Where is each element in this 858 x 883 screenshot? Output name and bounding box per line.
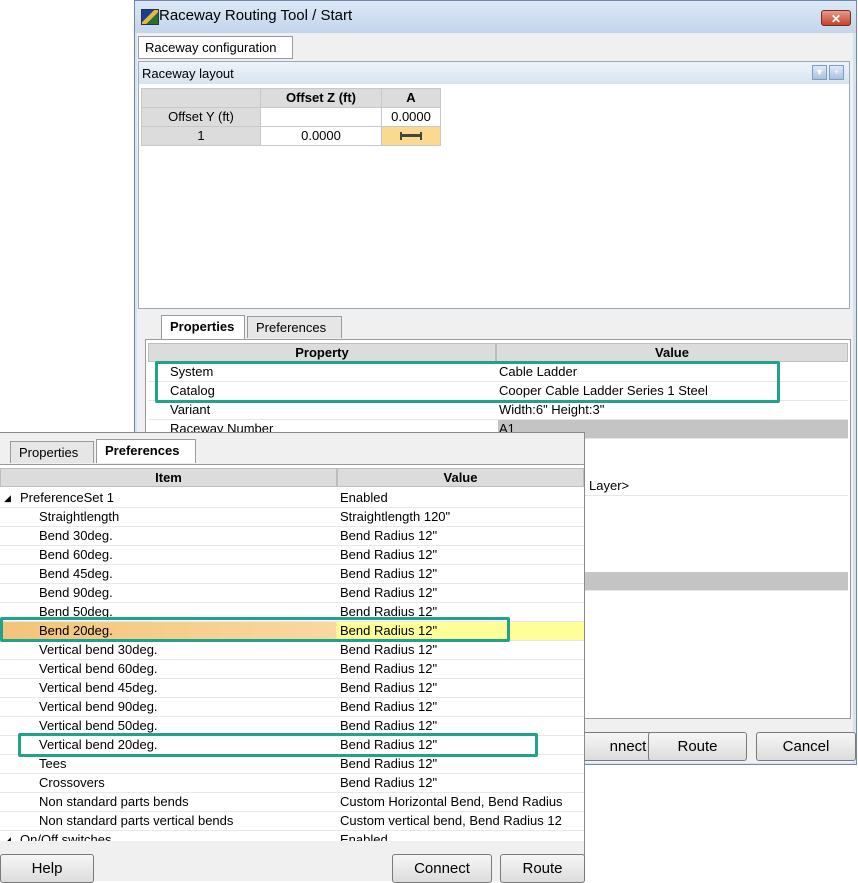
preference-row[interactable]: Vertical bend 60deg. Bend Radius 12" bbox=[0, 660, 584, 679]
preference-group-row[interactable]: ◢ PreferenceSet 1 Enabled bbox=[0, 489, 584, 508]
raceway-layout-title: Raceway layout bbox=[142, 66, 234, 81]
preference-row[interactable]: Vertical bend 90deg. Bend Radius 12" bbox=[0, 698, 584, 717]
window-title: Raceway Routing Tool / Start bbox=[159, 7, 353, 24]
connect-button[interactable]: Connect bbox=[392, 854, 492, 883]
property-value: Width:6" Height:3" bbox=[499, 402, 605, 417]
tab-raceway-configuration[interactable]: Raceway configuration bbox=[138, 36, 293, 59]
preference-group-row[interactable]: ◢ On/Off switches Enabled bbox=[0, 831, 584, 841]
preference-row[interactable]: Vertical bend 30deg. Bend Radius 12" bbox=[0, 641, 584, 660]
preference-value: Bend Radius 12" bbox=[340, 699, 438, 714]
highlight-vertical-bend-20deg bbox=[18, 733, 538, 757]
title-bar[interactable]: Raceway Routing Tool / Start ✕ bbox=[135, 1, 856, 33]
preference-value: Bend Radius 12" bbox=[340, 547, 438, 562]
close-button[interactable]: ✕ bbox=[821, 10, 851, 26]
collapse-icon[interactable]: ▼ bbox=[812, 65, 827, 80]
preference-value: Bend Radius 12" bbox=[340, 528, 438, 543]
grid-header-a: A bbox=[381, 88, 441, 108]
preference-row[interactable]: Tees Bend Radius 12" bbox=[0, 755, 584, 774]
preference-item: Crossovers bbox=[39, 775, 105, 790]
raceway-layout-header: Raceway layout ▼ + bbox=[139, 62, 849, 84]
preference-item: On/Off switches bbox=[20, 832, 112, 841]
help-button[interactable]: Help bbox=[0, 854, 94, 883]
expand-triangle-icon[interactable]: ◢ bbox=[4, 831, 11, 841]
property-row[interactable]: Variant Width:6" Height:3" bbox=[148, 401, 848, 420]
preference-value: Bend Radius 12" bbox=[340, 585, 438, 600]
preference-item: Non standard parts bends bbox=[39, 794, 189, 809]
expand-triangle-icon[interactable]: ◢ bbox=[4, 489, 11, 507]
value-column-header[interactable]: Value bbox=[496, 343, 848, 362]
preference-item: Bend 60deg. bbox=[39, 547, 113, 562]
property-name: Variant bbox=[170, 402, 211, 417]
preference-value: Bend Radius 12" bbox=[340, 566, 438, 581]
tab-preferences[interactable]: Preferences bbox=[96, 439, 196, 463]
route-button[interactable]: Route bbox=[648, 732, 747, 761]
preference-item: Vertical bend 60deg. bbox=[39, 661, 158, 676]
preference-row[interactable]: Bend 90deg. Bend Radius 12" bbox=[0, 584, 584, 603]
preference-item: Straightlength bbox=[39, 509, 120, 524]
preference-item: Vertical bend 90deg. bbox=[39, 699, 158, 714]
preference-row[interactable]: Bend 60deg. Bend Radius 12" bbox=[0, 546, 584, 565]
preference-value: Bend Radius 12" bbox=[340, 661, 438, 676]
expand-icon[interactable]: + bbox=[829, 65, 844, 80]
property-column-header[interactable]: Property bbox=[148, 343, 496, 362]
app-icon bbox=[141, 9, 159, 25]
grid-cell-offset-y-a[interactable]: 0.0000 bbox=[381, 107, 441, 127]
raceway-layout-panel: Raceway layout ▼ + Offset Z (ft) A Offse… bbox=[138, 61, 850, 309]
preference-row[interactable]: Straightlength Straightlength 120" bbox=[0, 508, 584, 527]
grid-cell-offset-z[interactable]: 0.0000 bbox=[260, 126, 382, 146]
preference-row[interactable]: Vertical bend 45deg. Bend Radius 12" bbox=[0, 679, 584, 698]
preferences-panel: Item Value ◢ PreferenceSet 1 Enabled Straig… bbox=[0, 464, 584, 841]
preference-item: Bend 90deg. bbox=[39, 585, 113, 600]
preference-item: Tees bbox=[39, 756, 67, 771]
preference-value: Enabled bbox=[340, 490, 388, 505]
preference-value: Bend Radius 12" bbox=[340, 642, 438, 657]
preference-value: Bend Radius 12" bbox=[340, 775, 438, 790]
preference-item: Vertical bend 30deg. bbox=[39, 642, 158, 657]
preference-value: Custom vertical bend, Bend Radius 12 bbox=[340, 813, 562, 828]
cancel-button[interactable]: Cancel bbox=[756, 732, 856, 761]
grid-label-offset-y: Offset Y (ft) bbox=[141, 107, 261, 127]
value-column-header[interactable]: Value bbox=[337, 468, 584, 487]
highlight-system-catalog bbox=[155, 361, 780, 403]
preferences-window: Properties Preferences Item Value ◢ Prefe… bbox=[0, 432, 585, 883]
preference-item: PreferenceSet 1 bbox=[20, 490, 114, 505]
preference-row[interactable]: Bend 45deg. Bend Radius 12" bbox=[0, 565, 584, 584]
item-column-header[interactable]: Item bbox=[0, 468, 337, 487]
tab-properties[interactable]: Properties bbox=[161, 315, 245, 339]
preference-value: Custom Horizontal Bend, Bend Radius bbox=[340, 794, 563, 809]
preference-item: Non standard parts vertical bends bbox=[39, 813, 234, 828]
property-value-partial: Layer> bbox=[589, 478, 630, 493]
preference-value: Straightlength 120" bbox=[340, 509, 451, 524]
grid-cell-empty bbox=[260, 107, 382, 127]
preference-row[interactable]: Bend 30deg. Bend Radius 12" bbox=[0, 527, 584, 546]
preference-item: Bend 30deg. bbox=[39, 528, 113, 543]
highlight-bend-20deg bbox=[0, 617, 510, 642]
preference-item: Bend 45deg. bbox=[39, 566, 113, 581]
grid-header-offset-z: Offset Z (ft) bbox=[260, 88, 382, 108]
grid-cell-raceway-a[interactable] bbox=[381, 126, 441, 146]
preference-row[interactable]: Non standard parts vertical bends Custom … bbox=[0, 812, 584, 831]
route-button[interactable]: Route bbox=[500, 854, 585, 883]
preference-value: Bend Radius 12" bbox=[340, 756, 438, 771]
tab-preferences[interactable]: Preferences bbox=[247, 316, 342, 338]
preference-item: Vertical bend 45deg. bbox=[39, 680, 158, 695]
preference-value: Enabled bbox=[340, 832, 388, 841]
preference-row[interactable]: Crossovers Bend Radius 12" bbox=[0, 774, 584, 793]
preference-row[interactable]: Non standard parts bends Custom Horizonta… bbox=[0, 793, 584, 812]
tab-properties[interactable]: Properties bbox=[10, 441, 94, 463]
grid-row-label: 1 bbox=[141, 126, 261, 146]
raceway-icon bbox=[400, 132, 422, 140]
preference-value: Bend Radius 12" bbox=[340, 680, 438, 695]
grid-corner-header bbox=[141, 88, 261, 108]
